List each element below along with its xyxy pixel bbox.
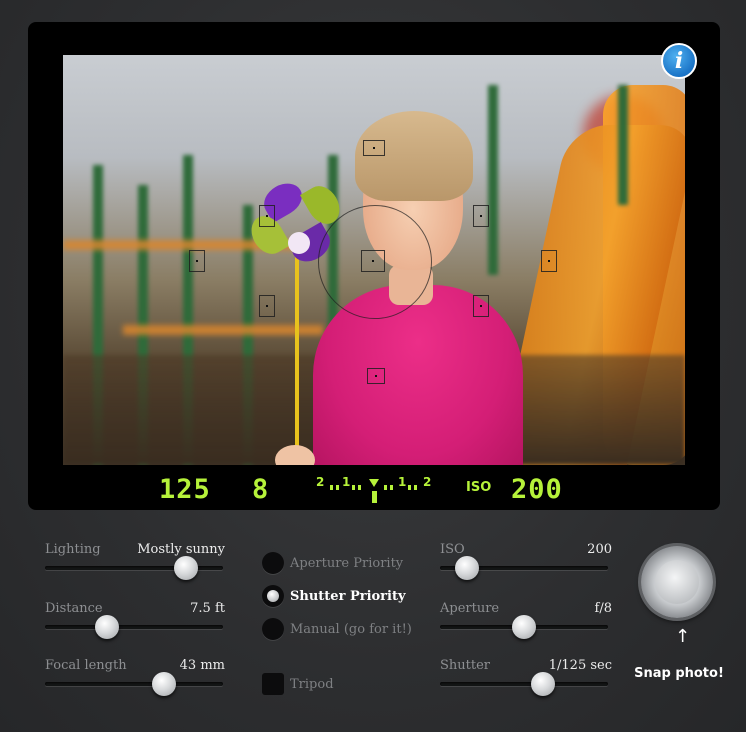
- aperture-readout: 8: [252, 474, 270, 505]
- distance-label: Distance: [45, 601, 103, 616]
- aperture-label: Aperture: [440, 601, 500, 616]
- exposure-meter: 2 1 1 2: [308, 475, 438, 505]
- info-button[interactable]: i: [661, 43, 697, 79]
- meter-needle: [369, 479, 379, 487]
- manual-label[interactable]: Manual (go for it!): [290, 622, 412, 637]
- iso-label-readout: ISO: [466, 480, 492, 495]
- manual-radio[interactable]: [262, 618, 284, 640]
- af-point: [259, 295, 275, 317]
- meter-label-left2: 1: [342, 475, 351, 489]
- shutter-slider-track[interactable]: [440, 682, 608, 686]
- meter-label-right: 1: [398, 475, 407, 489]
- focal-length-value: 43 mm: [179, 658, 225, 673]
- af-point: [473, 295, 489, 317]
- af-point: [541, 250, 557, 272]
- af-point: [473, 205, 489, 227]
- af-point: [361, 250, 385, 272]
- iso-label: ISO: [440, 542, 465, 557]
- shutter-readout: 125: [159, 474, 211, 505]
- snap-photo-label[interactable]: Snap photo!: [634, 666, 724, 681]
- meter-label-right2: 2: [423, 475, 432, 489]
- shutter-priority-radio[interactable]: [262, 585, 284, 607]
- aperture-value: f/8: [594, 601, 612, 616]
- lighting-slider-knob[interactable]: [174, 556, 198, 580]
- focal-length-slider-knob[interactable]: [152, 672, 176, 696]
- arrow-up-icon: ↑: [675, 626, 691, 647]
- lighting-label: Lighting: [45, 542, 101, 557]
- distance-slider-knob[interactable]: [95, 615, 119, 639]
- shutter-priority-label[interactable]: Shutter Priority: [290, 589, 406, 604]
- iso-slider-knob[interactable]: [455, 556, 479, 580]
- shutter-slider-knob[interactable]: [531, 672, 555, 696]
- focal-length-label: Focal length: [45, 658, 127, 673]
- snap-photo-button[interactable]: [641, 546, 713, 618]
- af-point: [363, 140, 385, 156]
- af-point: [367, 368, 385, 384]
- tripod-label[interactable]: Tripod: [290, 677, 334, 692]
- aperture-priority-radio[interactable]: [262, 552, 284, 574]
- aperture-priority-label[interactable]: Aperture Priority: [290, 556, 403, 571]
- shutter-value: 1/125 sec: [548, 658, 612, 673]
- distance-value: 7.5 ft: [190, 601, 225, 616]
- shutter-label: Shutter: [440, 658, 491, 673]
- iso-readout: 200: [511, 474, 563, 505]
- lighting-value: Mostly sunny: [137, 542, 225, 557]
- af-point: [189, 250, 205, 272]
- tripod-checkbox[interactable]: [262, 673, 284, 695]
- meter-label-left: 2: [316, 475, 325, 489]
- viewfinder-photo: [63, 55, 685, 465]
- focal-length-slider-track[interactable]: [45, 682, 223, 686]
- meter-indicator: [372, 491, 377, 503]
- distance-slider-track[interactable]: [45, 625, 223, 629]
- iso-value: 200: [587, 542, 612, 557]
- aperture-slider-knob[interactable]: [512, 615, 536, 639]
- af-point: [259, 205, 275, 227]
